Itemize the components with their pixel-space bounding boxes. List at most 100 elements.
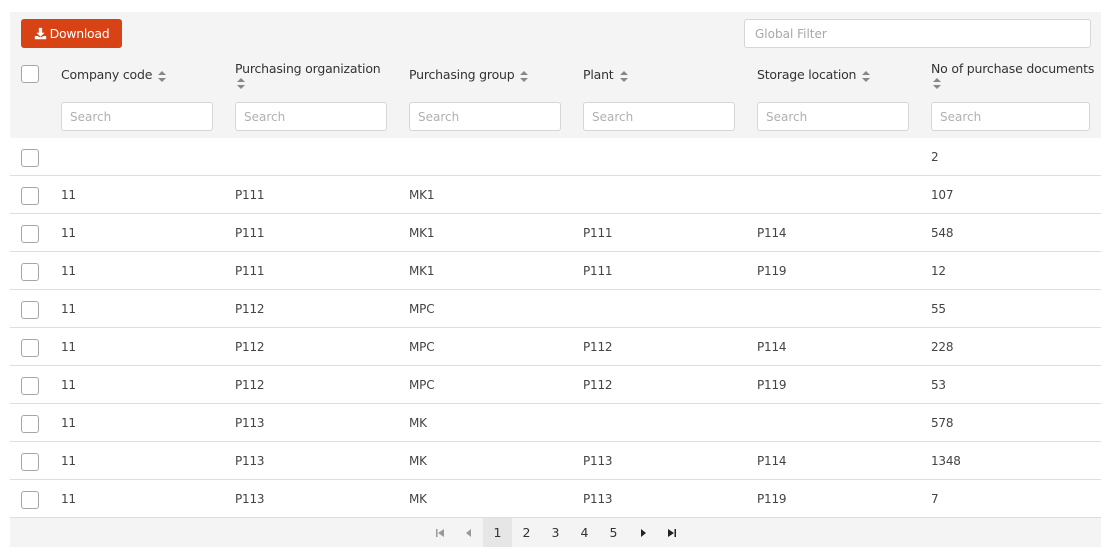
row-checkbox[interactable]	[21, 377, 39, 395]
column-label[interactable]: Company code	[61, 67, 167, 82]
table-row: 11 P113 MK P113 P114 1348	[10, 442, 1101, 480]
cell-purchasing-group: MPC	[409, 340, 435, 354]
first-page-button[interactable]	[425, 518, 454, 547]
download-label: Download	[49, 26, 110, 41]
cell-plant: P111	[583, 226, 613, 240]
cell-storage-location: P114	[757, 454, 787, 468]
cell-purchasing-organization: P113	[235, 454, 265, 468]
column-search-input[interactable]	[409, 102, 561, 131]
first-page-icon	[435, 528, 444, 537]
last-page-button[interactable]	[657, 518, 686, 547]
cell-purchasing-group: MK	[409, 492, 427, 506]
cell-purchasing-group: MK1	[409, 188, 435, 202]
column-label[interactable]: Plant	[583, 67, 628, 82]
cell-company-code: 11	[61, 378, 76, 392]
cell-company-code: 11	[61, 264, 76, 278]
cell-plant: P111	[583, 264, 613, 278]
cell-plant: P112	[583, 378, 613, 392]
column-search-input[interactable]	[757, 102, 909, 131]
sort-icon[interactable]	[619, 70, 628, 82]
cell-no-of-purchase-documents: 1348	[931, 454, 961, 468]
page-button-3[interactable]: 3	[541, 518, 570, 547]
cell-no-of-purchase-documents: 228	[931, 340, 954, 354]
sort-icon[interactable]	[158, 70, 167, 82]
page-button-1[interactable]: 1	[483, 518, 512, 547]
column-search-input[interactable]	[235, 102, 387, 131]
cell-storage-location: P119	[757, 378, 787, 392]
table-row: 11 P112 MPC P112 P114 228	[10, 328, 1101, 366]
row-checkbox[interactable]	[21, 187, 39, 205]
table-row: 11 P112 MPC 55	[10, 290, 1101, 328]
row-checkbox[interactable]	[21, 453, 39, 471]
table-header: Company code Purchasing organization Purch…	[10, 56, 1101, 138]
row-checkbox[interactable]	[21, 339, 39, 357]
prev-page-button[interactable]	[454, 518, 483, 547]
cell-no-of-purchase-documents: 55	[931, 302, 946, 316]
sort-icon[interactable]	[933, 77, 941, 89]
global-filter-input[interactable]	[744, 19, 1091, 48]
cell-purchasing-organization: P113	[235, 416, 265, 430]
page-button-5[interactable]: 5	[599, 518, 628, 547]
cell-company-code: 11	[61, 188, 76, 202]
column-label[interactable]: Purchasing group	[409, 67, 529, 82]
sort-icon[interactable]	[520, 70, 529, 82]
table-body: 2 11 P111 MK1 107 11 P111 MK1 P111 P114 548 11 P111 M…	[10, 138, 1101, 518]
last-page-icon	[667, 528, 676, 537]
cell-company-code: 11	[61, 492, 76, 506]
column-label[interactable]: Purchasing organization	[235, 61, 381, 89]
prev-page-icon	[465, 528, 471, 537]
row-checkbox[interactable]	[21, 149, 39, 167]
cell-purchasing-group: MK1	[409, 226, 435, 240]
cell-no-of-purchase-documents: 12	[931, 264, 946, 278]
row-checkbox[interactable]	[21, 415, 39, 433]
row-checkbox[interactable]	[21, 491, 39, 509]
cell-company-code: 11	[61, 454, 76, 468]
cell-storage-location: P119	[757, 492, 787, 506]
column-label-text: No of purchase documents	[931, 61, 1095, 76]
sort-icon[interactable]	[237, 77, 245, 89]
table-row: 11 P112 MPC P112 P119 53	[10, 366, 1101, 404]
cell-purchasing-organization: P111	[235, 264, 265, 278]
cell-purchasing-group: MPC	[409, 302, 435, 316]
cell-storage-location: P119	[757, 264, 787, 278]
download-button[interactable]: Download	[21, 19, 122, 48]
table-row: 11 P113 MK 578	[10, 404, 1101, 442]
cell-plant: P112	[583, 340, 613, 354]
select-all-checkbox[interactable]	[21, 65, 39, 83]
column-search-input[interactable]	[583, 102, 735, 131]
column-label-text: Plant	[583, 67, 614, 82]
cell-plant: P113	[583, 492, 613, 506]
cell-purchasing-group: MK	[409, 416, 427, 430]
cell-company-code: 11	[61, 226, 76, 240]
cell-purchasing-organization: P113	[235, 492, 265, 506]
next-page-icon	[640, 528, 646, 537]
cell-no-of-purchase-documents: 2	[931, 150, 939, 164]
cell-purchasing-organization: P112	[235, 302, 265, 316]
page-button-4[interactable]: 4	[570, 518, 599, 547]
table-toolbar: Download	[10, 12, 1101, 56]
cell-purchasing-organization: P111	[235, 188, 265, 202]
cell-company-code: 11	[61, 302, 76, 316]
sort-icon[interactable]	[862, 70, 871, 82]
column-label-text: Storage location	[757, 67, 857, 82]
column-label[interactable]: No of purchase documents	[931, 61, 1095, 89]
cell-storage-location: P114	[757, 340, 787, 354]
column-label[interactable]: Storage location	[757, 67, 871, 82]
column-label-text: Purchasing organization	[235, 61, 381, 76]
cell-no-of-purchase-documents: 107	[931, 188, 954, 202]
table-row: 2	[10, 138, 1101, 176]
page-button-2[interactable]: 2	[512, 518, 541, 547]
cell-plant: P113	[583, 454, 613, 468]
row-checkbox[interactable]	[21, 301, 39, 319]
table-row: 11 P111 MK1 P111 P114 548	[10, 214, 1101, 252]
paginator: 12345	[10, 517, 1101, 547]
row-checkbox[interactable]	[21, 225, 39, 243]
next-page-button[interactable]	[628, 518, 657, 547]
row-checkbox[interactable]	[21, 263, 39, 281]
column-search-input[interactable]	[931, 102, 1090, 131]
column-search-input[interactable]	[61, 102, 213, 131]
table-row: 11 P111 MK1 P111 P119 12	[10, 252, 1101, 290]
cell-purchasing-organization: P112	[235, 340, 265, 354]
cell-storage-location: P114	[757, 226, 787, 240]
cell-no-of-purchase-documents: 548	[931, 226, 954, 240]
